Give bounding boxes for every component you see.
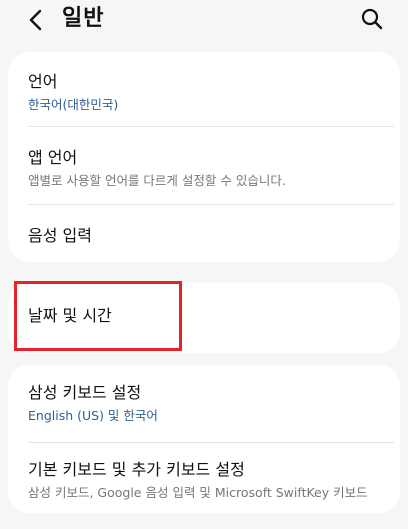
setting-item-voice-input[interactable]: 음성 입력 bbox=[8, 226, 400, 246]
highlight-box bbox=[14, 281, 182, 351]
chevron-left-icon bbox=[29, 9, 42, 31]
divider bbox=[28, 442, 394, 443]
setting-item-title: 앱 언어 bbox=[28, 148, 78, 167]
divider bbox=[28, 204, 394, 205]
setting-item-title: 언어 bbox=[28, 72, 58, 91]
setting-item-title: 기본 키보드 및 추가 키보드 설정 bbox=[28, 460, 245, 479]
setting-item-title: 삼성 키보드 설정 bbox=[28, 383, 142, 402]
setting-item-subtitle: 한국어(대한민국) bbox=[28, 97, 119, 112]
page-title: 일반 bbox=[62, 6, 105, 31]
setting-item-subtitle: English (US) 및 한국어 bbox=[28, 408, 158, 423]
setting-item-app-language[interactable]: 앱 언어 앱별로 사용할 언어를 다르게 설정할 수 있습니다. bbox=[8, 148, 400, 189]
setting-item-samsung-keyboard[interactable]: 삼성 키보드 설정 English (US) 및 한국어 bbox=[8, 383, 400, 424]
search-icon bbox=[361, 8, 383, 30]
setting-item-language[interactable]: 언어 한국어(대한민국) bbox=[8, 72, 400, 113]
settings-card-keyboard: 삼성 키보드 설정 English (US) 및 한국어 기본 키보드 및 추가… bbox=[8, 365, 400, 513]
setting-item-title: 음성 입력 bbox=[28, 226, 92, 245]
setting-item-subtitle: 앱별로 사용할 언어를 다르게 설정할 수 있습니다. bbox=[28, 173, 286, 188]
divider bbox=[28, 126, 394, 127]
top-app-bar: 일반 bbox=[0, 0, 408, 40]
back-button[interactable] bbox=[22, 6, 50, 34]
settings-card-language: 언어 한국어(대한민국) 앱 언어 앱별로 사용할 언어를 다르게 설정할 수 … bbox=[8, 52, 400, 262]
setting-item-default-keyboard[interactable]: 기본 키보드 및 추가 키보드 설정 삼성 키보드, Google 음성 입력 … bbox=[8, 460, 400, 501]
search-button[interactable] bbox=[357, 4, 387, 34]
setting-item-subtitle: 삼성 키보드, Google 음성 입력 및 Microsoft SwiftKe… bbox=[28, 485, 368, 500]
